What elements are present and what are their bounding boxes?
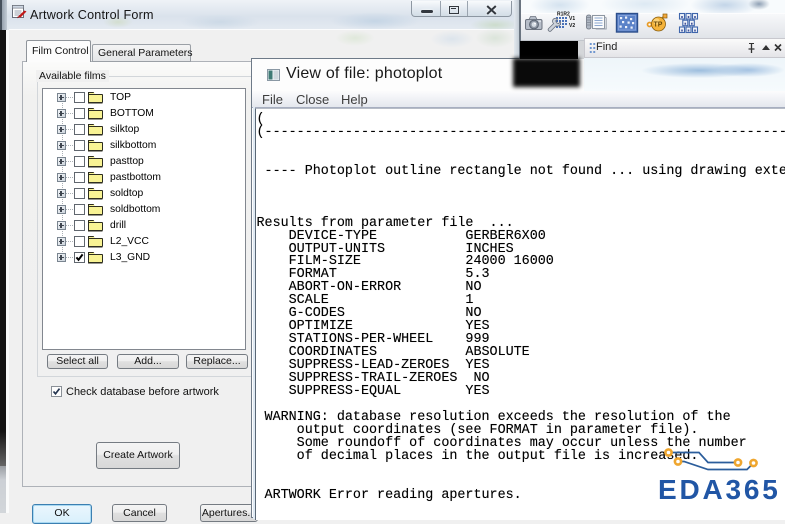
svg-text:V1: V1 xyxy=(569,16,575,22)
svg-text:V2: V2 xyxy=(569,23,575,29)
svg-text:TP: TP xyxy=(654,22,663,29)
